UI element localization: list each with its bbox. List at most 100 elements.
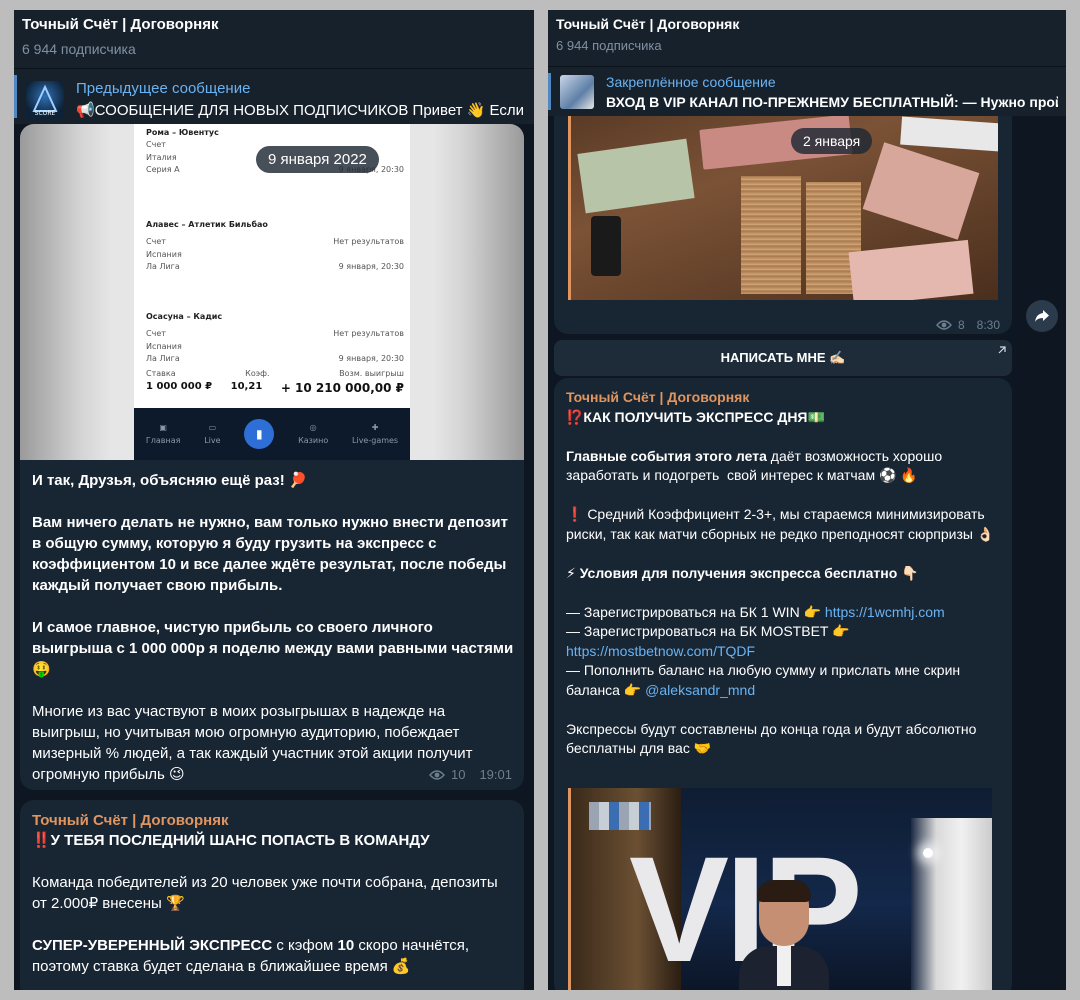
link-mostbet[interactable]: https://mostbetnow.com/TQDF: [566, 643, 755, 659]
chat-title: Точный Счёт | Договорняк: [556, 16, 740, 32]
pinned-accent-bar: [548, 73, 551, 110]
message-bubble[interactable]: Точный Счёт | Договорняк ⁉️КАК ПОЛУЧИТЬ …: [554, 378, 1012, 990]
money-photo[interactable]: 2 января: [568, 116, 998, 300]
bet-country: Испания: [146, 250, 182, 259]
pinned-label: Закреплённое сообщение: [606, 73, 776, 90]
tab-label: Live-games: [352, 436, 399, 445]
bet-result: Нет результатов: [333, 329, 404, 338]
condition-line: — Пополнить баланс на любую сумму и прис…: [566, 661, 1002, 700]
tab-label: Казино: [298, 436, 329, 445]
win-value: + 10 210 000,00 ₽: [280, 381, 404, 395]
gamepad-icon: ✚: [371, 423, 379, 432]
message-paragraph: И так, Друзья, объясняю ещё раз! 🏓: [32, 472, 308, 489]
message-paragraph: Вам ничего делать не нужно, вам только н…: [32, 514, 513, 594]
bet-result: Нет результатов: [333, 237, 404, 246]
pinned-thumbnail: [560, 74, 594, 109]
coef-text: 10: [337, 937, 355, 954]
win-label: Возм. выигрыш: [339, 369, 404, 378]
subscriber-count: 6 944 подписчика: [22, 41, 136, 57]
bold-text: Главные события этого лета: [566, 447, 767, 464]
channel-logo-thumbnail: SCORE: [26, 80, 64, 119]
view-count: 8: [957, 318, 965, 332]
bet-league: Серия А: [146, 165, 180, 174]
tab-label: Live: [204, 436, 221, 445]
message-paragraph: СУПЕР-УВЕРЕННЫЙ ЭКСПРЕСС с кэфом 10 скор…: [32, 935, 516, 977]
share-arrow-icon: [1035, 310, 1049, 322]
text-fragment: — Зарегистрироваться на БК MOSTBET 👉: [566, 623, 850, 639]
date-pill: 2 января: [791, 128, 873, 154]
message-meta: 10 19:01: [429, 767, 512, 782]
photo-message[interactable]: 2 января 8 8:30: [554, 116, 1012, 334]
view-count: 10: [450, 767, 466, 782]
stake-label: Ставка: [146, 369, 176, 378]
vip-image[interactable]: VIP: [568, 788, 992, 990]
link-1win[interactable]: https://1wcmhj.com: [825, 604, 945, 620]
message-bubble[interactable]: Точный Счёт | Договорняк ‼️У ТЕБЯ ПОСЛЕД…: [20, 800, 524, 990]
bet-label: Счет: [146, 140, 166, 149]
bet-league: Ла Лига: [146, 262, 180, 271]
message-author[interactable]: Точный Счёт | Договорняк: [566, 388, 1002, 408]
subscriber-count: 6 944 подписчика: [556, 38, 662, 53]
message-headline: ‼️У ТЕБЯ ПОСЛЕДНИЙ ШАНС ПОПАСТЬ В КОМАНД…: [32, 832, 430, 849]
chat-header[interactable]: Точный Счёт | Договорняк 6 944 подписчик…: [548, 10, 1066, 66]
message-headline: ⁉️КАК ПОЛУЧИТЬ ЭКСПРЕСС ДНЯ💵: [566, 408, 825, 425]
coef-label: Коэф.: [245, 369, 270, 378]
casino-icon: ◎: [309, 423, 317, 432]
coef-value: 10,21: [230, 381, 263, 392]
message-bubble[interactable]: Рома – Ювентус Счет Италия Серия А9 янва…: [20, 124, 524, 790]
text-fragment: — Пополнить баланс на любую сумму и прис…: [566, 662, 965, 698]
write-me-label: НАПИСАТЬ МНЕ ✍🏻: [720, 350, 846, 365]
bet-label: Счет: [146, 237, 166, 246]
external-link-arrow-icon: [998, 346, 1006, 354]
link-username[interactable]: @aleksandr_mnd: [645, 682, 755, 698]
views-eye-icon: [429, 769, 445, 780]
bet-country: Испания: [146, 342, 182, 351]
message-paragraph: Экспрессы будут составлены до конца года…: [566, 720, 981, 757]
message-paragraph: Главные события этого лета даёт возможно…: [566, 447, 1002, 486]
chat-header[interactable]: Точный Счёт | Договорняк 6 944 подписчик…: [14, 10, 534, 68]
coupon-icon: ▮: [244, 419, 275, 449]
condition-line: — Зарегистрироваться на БК 1 WIN 👉 https…: [566, 603, 1002, 623]
pinned-message-preview: ВХОД В VIP КАНАЛ ПО-ПРЕЖНЕМУ БЕСПЛАТНЫЙ:…: [606, 93, 1058, 110]
stake-value: 1 000 000 ₽: [146, 381, 213, 392]
previous-message-bar[interactable]: SCORE Предыдущее сообщение 📢СООБЩЕНИЕ ДЛ…: [14, 68, 534, 124]
text-fragment: с кэфом: [272, 937, 338, 954]
tv-icon: ▭: [208, 423, 217, 432]
bet-match: Алавес – Атлетик Бильбао: [146, 220, 268, 229]
pinned-label: Предыдущее сообщение: [76, 80, 251, 97]
message-paragraph: ❗ Средний Коэффициент 2-3+, мы стараемся…: [566, 506, 995, 542]
bet-date: 9 января, 20:30: [338, 354, 404, 363]
man-portrait: [739, 880, 829, 990]
date-pill: 9 января 2022: [256, 146, 379, 173]
message-time: 19:01: [479, 767, 512, 782]
pinned-accent-bar: [14, 75, 17, 118]
message-paragraph: И самое главное, чистую прибыль со своег…: [32, 619, 518, 678]
bet-date: 9 января, 20:30: [338, 262, 404, 271]
bet-slip: Рома – Ювентус Счет Италия Серия А9 янва…: [134, 124, 410, 460]
bet-screenshot-image[interactable]: Рома – Ювентус Счет Италия Серия А9 янва…: [20, 124, 524, 460]
message-meta: 8 8:30: [936, 318, 1000, 332]
bold-text: СУПЕР-УВЕРЕННЫЙ ЭКСПРЕСС: [32, 937, 273, 954]
text-fragment: — Зарегистрироваться на БК 1 WIN 👉: [566, 603, 825, 620]
tab-label: Главная: [145, 436, 181, 445]
condition-line: — Зарегистрироваться на БК MOSTBET 👉 http…: [566, 622, 1002, 661]
svg-text:SCORE: SCORE: [35, 110, 56, 117]
bet-match: Рома – Ювентус: [146, 128, 219, 137]
bet-match: Осасуна – Кадис: [146, 312, 223, 321]
message-time: 8:30: [976, 318, 1000, 332]
forward-button[interactable]: [1026, 300, 1058, 332]
views-eye-icon: [936, 320, 952, 330]
home-icon: ▣: [159, 423, 167, 432]
chat-panel-left: Точный Счёт | Договорняк 6 944 подписчик…: [14, 10, 534, 990]
message-paragraph: Команда победителей из 20 человек уже по…: [32, 874, 502, 912]
bet-summary: Ставка Коэф. Возм. выигрыш 1 000 000 ₽ 1…: [146, 366, 404, 395]
message-author[interactable]: Точный Счёт | Договорняк: [32, 812, 516, 829]
bet-label: Счет: [146, 329, 166, 338]
write-me-button[interactable]: НАПИСАТЬ МНЕ ✍🏻: [554, 340, 1012, 376]
message-paragraph: ⚡ Условия для получения экспресса беспла…: [566, 564, 919, 581]
pinned-message-bar[interactable]: Закреплённое сообщение ВХОД В VIP КАНАЛ …: [548, 66, 1066, 116]
chat-panel-right: Точный Счёт | Договорняк 6 944 подписчик…: [548, 10, 1066, 990]
pinned-message-preview: 📢СООБЩЕНИЕ ДЛЯ НОВЫХ ПОДПИСЧИКОВ Привет …: [76, 102, 525, 119]
app-tabbar: ▣ Главная ▭ Live ▮ ◎ Казино ✚ Live-games: [134, 408, 410, 460]
bet-league: Ла Лига: [146, 354, 180, 363]
